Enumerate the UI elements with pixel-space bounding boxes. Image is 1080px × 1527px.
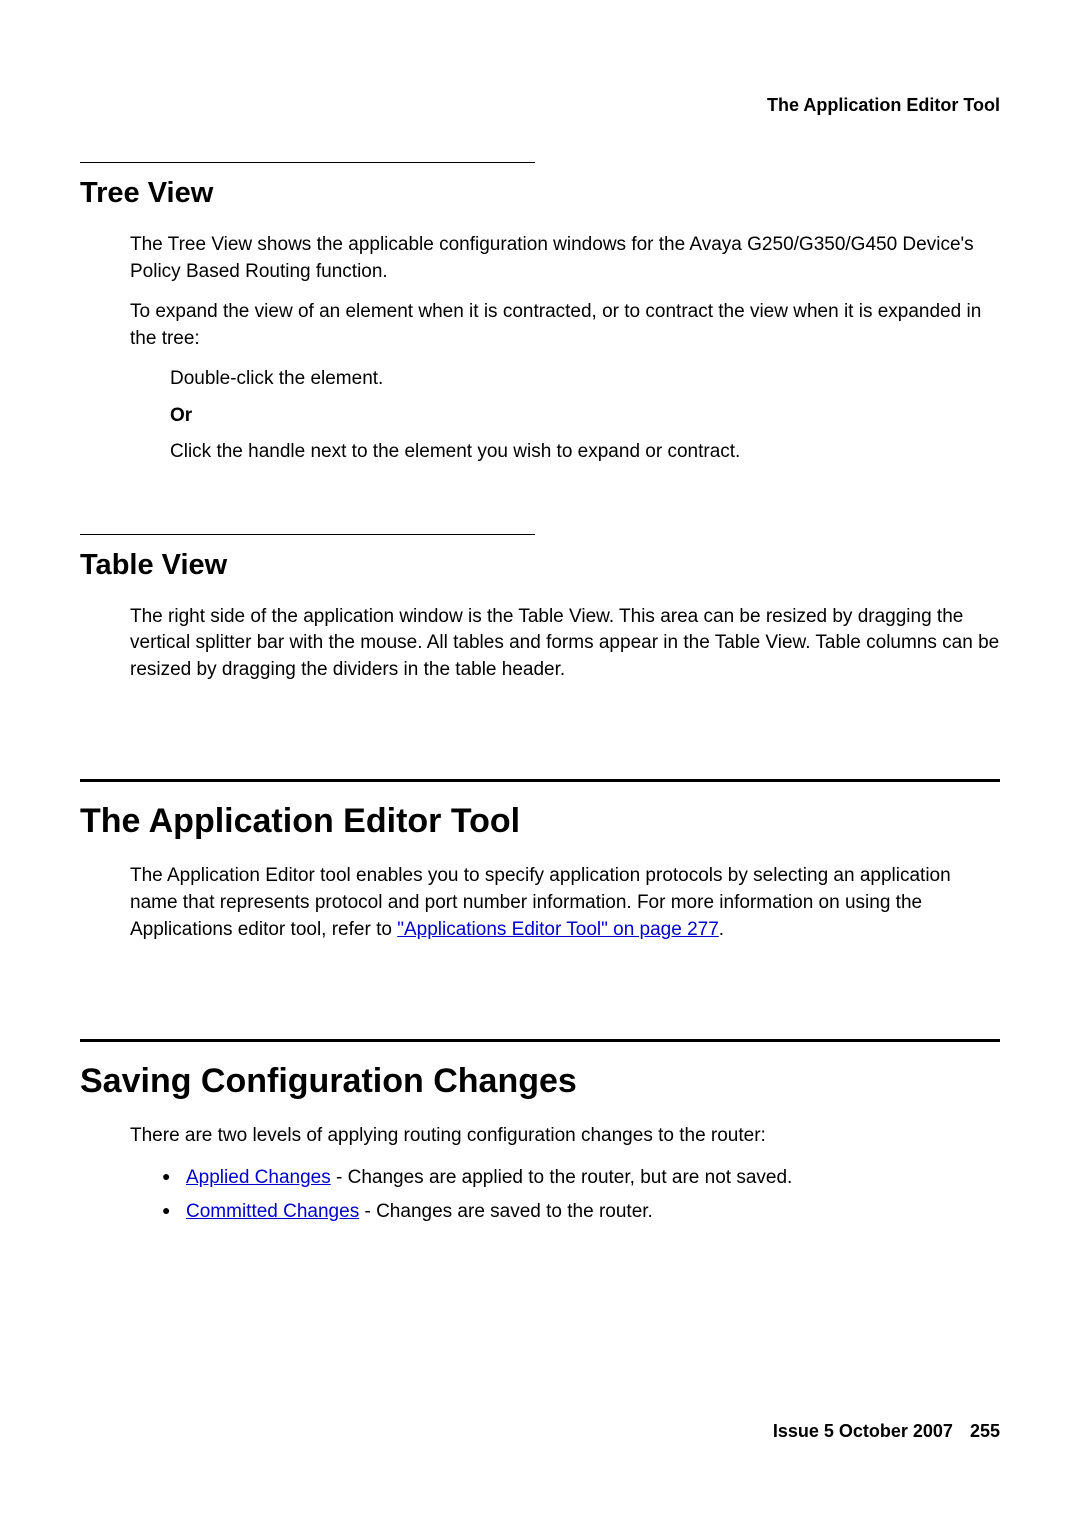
table-view-para-1: The right side of the application window… — [130, 604, 1000, 684]
bullet-applied-text: - Changes are applied to the router, but… — [331, 1167, 793, 1188]
bullet-applied-changes: Applied Changes - Changes are applied to… — [162, 1164, 1000, 1193]
footer-page-number: 255 — [970, 1421, 1000, 1441]
tree-view-para-1: The Tree View shows the applicable confi… — [130, 232, 1000, 285]
spacer — [80, 478, 1000, 534]
tree-view-or: Or — [170, 405, 1000, 427]
tree-view-para-2: To expand the view of an element when it… — [130, 299, 1000, 352]
section-divider — [80, 534, 535, 535]
app-editor-para-1: The Application Editor tool enables you … — [130, 863, 1000, 943]
page-header-title: The Application Editor Tool — [767, 95, 1000, 116]
section-divider — [80, 162, 535, 163]
heading-app-editor-tool: The Application Editor Tool — [80, 802, 1000, 841]
page-content: Tree View The Tree View shows the applic… — [80, 162, 1000, 1227]
heading-tree-view: Tree View — [80, 177, 1000, 210]
footer-issue: Issue 5 October 2007 — [773, 1421, 953, 1441]
spacer — [80, 957, 1000, 1039]
app-editor-text-post: . — [719, 919, 724, 940]
bullet-committed-changes: Committed Changes - Changes are saved to… — [162, 1198, 1000, 1227]
bullet-committed-text: - Changes are saved to the router. — [359, 1201, 653, 1222]
link-applications-editor-tool[interactable]: "Applications Editor Tool" on page 277 — [397, 919, 719, 940]
heading-saving-config: Saving Configuration Changes — [80, 1062, 1000, 1101]
link-committed-changes[interactable]: Committed Changes — [186, 1201, 359, 1222]
section-divider-full — [80, 779, 1000, 782]
tree-view-step-2: Click the handle next to the element you… — [170, 439, 1000, 466]
saving-para-1: There are two levels of applying routing… — [130, 1123, 1000, 1150]
saving-bullet-list: Applied Changes - Changes are applied to… — [162, 1164, 1000, 1227]
spacer — [80, 697, 1000, 779]
heading-table-view: Table View — [80, 549, 1000, 582]
tree-view-step-1: Double-click the element. — [170, 366, 1000, 393]
section-divider-full — [80, 1039, 1000, 1042]
page-footer: Issue 5 October 2007 255 — [773, 1421, 1000, 1442]
link-applied-changes[interactable]: Applied Changes — [186, 1167, 331, 1188]
